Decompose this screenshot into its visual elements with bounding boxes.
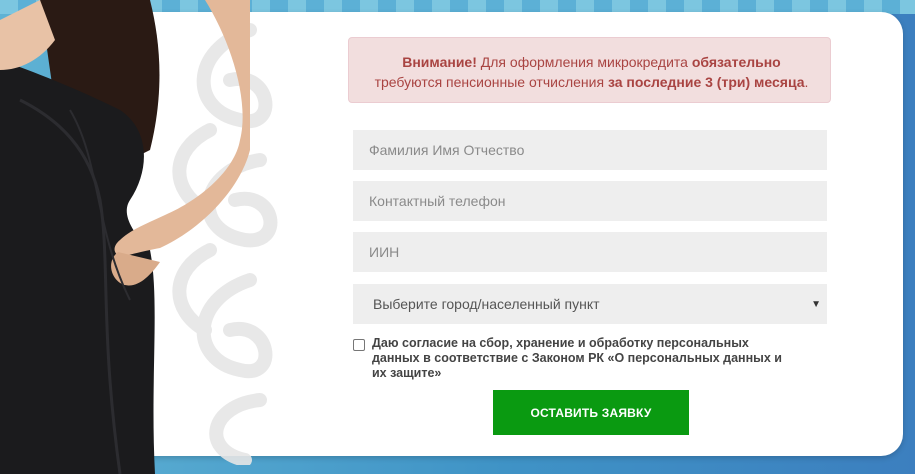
iin-input[interactable] <box>353 232 827 272</box>
dropdown-arrow-icon: ▼ <box>811 298 821 310</box>
alert-dot: . <box>804 74 809 90</box>
submit-button[interactable]: ОСТАВИТЬ ЗАЯВКУ <box>493 390 689 435</box>
alert-period: за последние 3 (три) месяца <box>607 74 805 90</box>
alert-text-1: Для оформления микрокредита <box>476 54 692 70</box>
woman-photo <box>0 0 250 474</box>
alert-text-2: требуются пенсионные отчисления <box>374 74 608 90</box>
fullname-input[interactable] <box>353 130 827 170</box>
warning-alert: Внимание! Для оформления микрокредита об… <box>348 37 831 103</box>
consent-label: Даю согласие на сбор, хранение и обработ… <box>372 336 782 380</box>
city-select[interactable]: Выберите город/населенный пункт ▼ <box>353 284 827 324</box>
alert-mandatory: обязательно <box>691 54 781 70</box>
alert-attention: Внимание! <box>402 54 477 70</box>
city-select-value: Выберите город/населенный пункт <box>373 296 600 312</box>
phone-input[interactable] <box>353 181 827 221</box>
consent-row: Даю согласие на сбор, хранение и обработ… <box>353 336 793 381</box>
consent-checkbox[interactable] <box>353 339 365 351</box>
